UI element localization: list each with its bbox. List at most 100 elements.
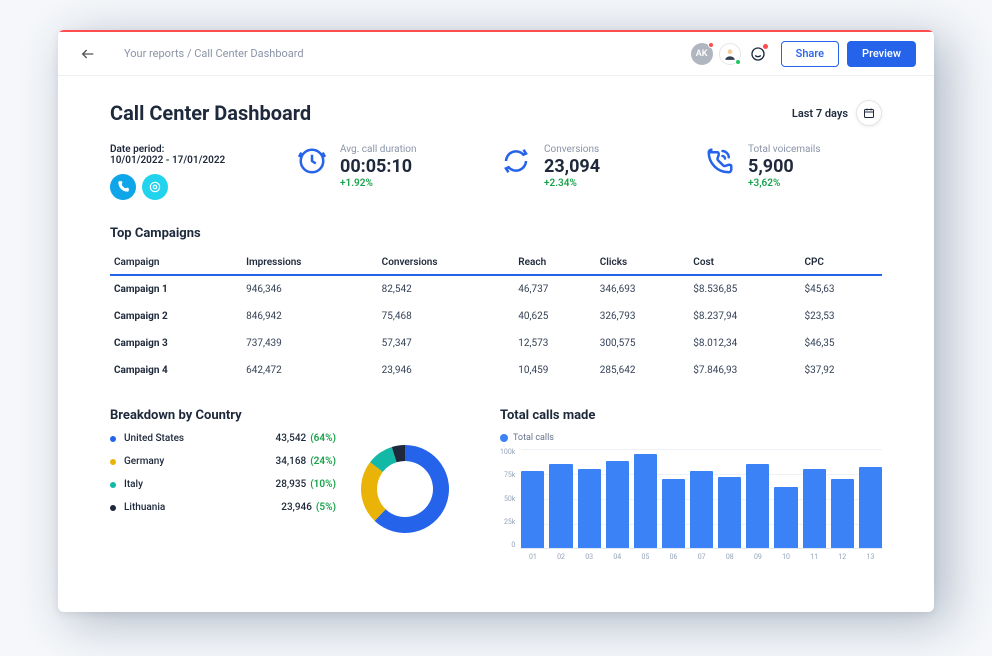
country-donut-chart [350,408,460,569]
page-title: Call Center Dashboard [110,101,792,125]
table-cell: $8.237,94 [689,303,800,330]
table-row[interactable]: Campaign 1946,34682,54246,737346,693$8.5… [110,275,882,303]
chart-bar[interactable] [549,464,572,548]
table-row[interactable]: Campaign 3737,43957,34712,573300,575$8.0… [110,330,882,357]
y-axis-tick: 100k [500,449,515,456]
country-item: United States 43,542 (64%) [110,433,336,444]
table-cell: 12,573 [514,330,595,357]
phone-call-icon [702,144,738,200]
chat-icon[interactable] [747,43,769,65]
calendar-icon[interactable] [856,100,882,126]
table-cell: $8.012,34 [689,330,800,357]
y-axis-tick: 50k [500,496,515,503]
calls-legend: Total calls [500,433,882,443]
table-cell: 46,737 [514,275,595,303]
avatar-initials: AK [696,49,708,59]
online-dot-icon [735,59,741,65]
chart-bar[interactable] [578,469,601,548]
calls-chart-section: Total calls made Total calls 100k75k50k2… [500,408,882,569]
country-value: 28,935 [276,479,307,490]
legend-dot-icon [110,505,116,511]
table-cell: 82,542 [378,275,515,303]
chart-bar[interactable] [774,487,797,548]
clock-icon [294,144,330,200]
table-cell: 75,468 [378,303,515,330]
chart-bar[interactable] [718,477,741,548]
chart-bar[interactable] [803,469,826,548]
kpi-value: 00:05:10 [340,156,474,178]
x-axis-tick: 07 [690,553,713,561]
table-cell: 23,946 [378,357,515,384]
country-percent: (10%) [310,479,336,490]
x-axis-tick: 08 [718,553,741,561]
table-cell: $46,35 [800,330,882,357]
date-period-label: Date period: [110,144,270,155]
date-period-range: 10/01/2022 - 17/01/2022 [110,155,270,166]
chart-bar[interactable] [521,471,544,548]
table-cell: 10,459 [514,357,595,384]
country-percent: (5%) [316,502,336,513]
legend-dot-icon [110,482,116,488]
table-cell: $7.846,93 [689,357,800,384]
table-row[interactable]: Campaign 4642,47223,94610,459285,642$7.8… [110,357,882,384]
table-cell: 642,472 [242,357,378,384]
chart-bar[interactable] [859,467,882,548]
table-cell: Campaign 2 [110,303,242,330]
chart-bar[interactable] [690,471,713,548]
avatar-user-2[interactable] [719,43,741,65]
country-value: 34,168 [276,456,307,467]
table-cell: $37,92 [800,357,882,384]
table-row[interactable]: Campaign 2846,94275,46840,625326,793$8.2… [110,303,882,330]
chart-bar[interactable] [831,479,854,548]
x-axis-tick: 10 [774,553,797,561]
header-bar: Your reports / Call Center Dashboard AK … [58,32,934,76]
table-cell: 346,693 [596,275,690,303]
table-header: Impressions [242,251,378,275]
chart-bar[interactable] [746,464,769,548]
table-cell: $8.536,85 [689,275,800,303]
date-range-selector[interactable]: Last 7 days [792,100,882,126]
kpi-delta: +1.92% [340,178,474,189]
source-voicemail-icon[interactable] [142,174,168,200]
country-percent: (64%) [310,433,336,444]
preview-button[interactable]: Preview [847,41,916,67]
x-axis-tick: 05 [634,553,657,561]
chart-bar[interactable] [606,461,629,548]
x-axis-tick: 04 [606,553,629,561]
kpi-total-voicemails: Total voicemails 5,900 +3,62% [702,144,882,200]
content-area: Call Center Dashboard Last 7 days Date p… [58,76,934,612]
app-window: Your reports / Call Center Dashboard AK … [58,30,934,612]
chart-bar[interactable] [662,479,685,548]
table-cell: 846,942 [242,303,378,330]
x-axis-tick: 02 [549,553,572,561]
calls-chart-title: Total calls made [500,408,882,423]
campaigns-table: CampaignImpressionsConversionsReachClick… [110,251,882,384]
refresh-icon [498,144,534,200]
country-name: Germany [124,456,276,467]
legend-dot-icon [110,436,116,442]
breadcrumb[interactable]: Your reports / Call Center Dashboard [124,47,304,60]
x-axis-tick: 13 [859,553,882,561]
country-title: Breakdown by Country [110,408,336,423]
chart-bar[interactable] [634,454,657,548]
avatar-user-1[interactable]: AK [691,43,713,65]
kpi-label: Avg. call duration [340,144,474,155]
campaigns-title: Top Campaigns [110,226,882,241]
table-cell: 737,439 [242,330,378,357]
x-axis-tick: 06 [662,553,685,561]
calls-bar-chart: 100k75k50k25k0 0102030405060708091011121… [500,449,882,569]
table-cell: Campaign 3 [110,330,242,357]
kpi-conversions: Conversions 23,094 +2.34% [498,144,678,200]
kpi-value: 23,094 [544,156,678,178]
kpi-avg-call-duration: Avg. call duration 00:05:10 +1.92% [294,144,474,200]
back-button[interactable] [76,42,100,66]
status-dot-icon [708,42,714,48]
country-value: 23,946 [281,502,312,513]
notification-dot-icon [763,44,768,49]
table-cell: $23,53 [800,303,882,330]
country-value: 43,542 [276,433,307,444]
table-cell: Campaign 4 [110,357,242,384]
table-cell: 57,347 [378,330,515,357]
share-button[interactable]: Share [781,41,839,67]
source-phone-icon[interactable] [110,174,136,200]
